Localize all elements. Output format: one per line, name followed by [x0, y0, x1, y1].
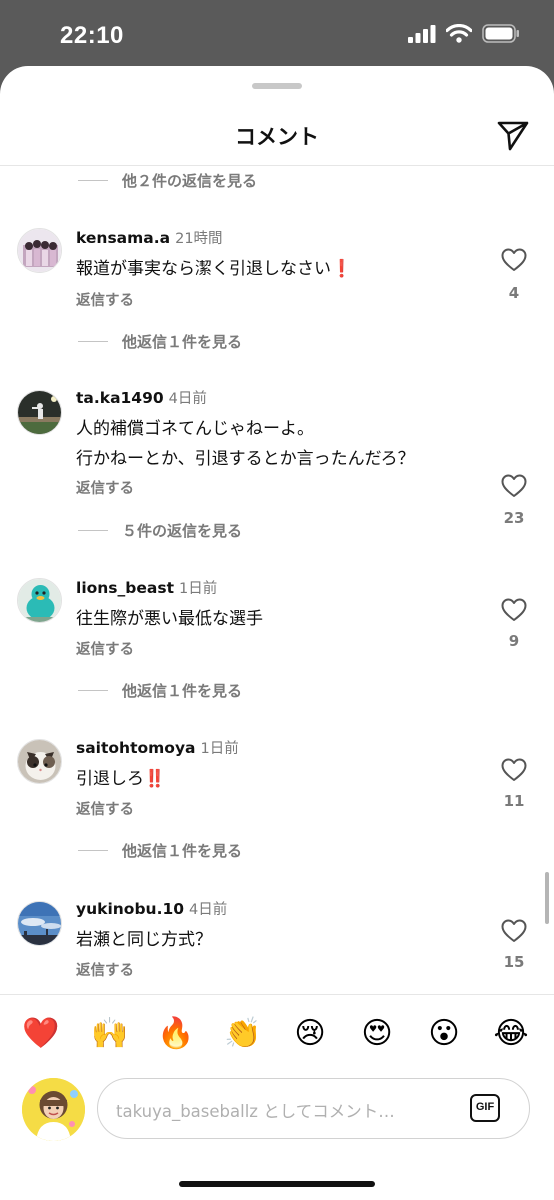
- reply-button[interactable]: 返信する: [76, 959, 134, 980]
- comment-header: kensama.a 21時間: [76, 227, 223, 248]
- my-avatar: [22, 1078, 85, 1141]
- comment-item: yukinobu.10 4日前 岩瀬と同じ方式？ 返信する 15: [0, 898, 554, 998]
- view-replies-label: 他返信１件を見る: [122, 681, 243, 700]
- comment-line: 岩瀬と同じ方式？: [76, 930, 212, 950]
- reply-button[interactable]: 返信する: [76, 638, 134, 659]
- comment-header: lions_beast 1日前: [76, 577, 217, 598]
- status-icons: [408, 24, 520, 43]
- like-count: 23: [503, 509, 525, 527]
- comment-time: 1日前: [200, 741, 239, 757]
- avatar-image: [18, 391, 61, 434]
- view-replies-button[interactable]: 他返信１件を見る: [78, 331, 242, 351]
- avatar-image: [18, 902, 61, 945]
- reaction-heart-eyes[interactable]: 😍: [357, 1014, 397, 1054]
- comment-text: 人的補償ゴネてんじゃねーよ。 行かねーとか、引退するとか言ったんだろ？: [76, 414, 415, 474]
- battery-icon: [482, 24, 519, 43]
- username[interactable]: yukinobu.10: [76, 900, 184, 918]
- scrollbar[interactable]: [545, 872, 549, 924]
- reaction-crying[interactable]: 😢: [290, 1014, 330, 1054]
- avatar[interactable]: [17, 901, 62, 946]
- avatar[interactable]: [17, 390, 62, 435]
- view-replies-button[interactable]: 他２件の返信を見る: [78, 170, 257, 190]
- comment-header: ta.ka1490 4日前: [76, 387, 207, 408]
- comment-line: 引退しろ‼️: [76, 769, 166, 789]
- comment-header: saitohtomoya 1日前: [76, 737, 239, 758]
- reaction-clap[interactable]: 👏: [223, 1014, 263, 1054]
- reaction-fire[interactable]: 🔥: [156, 1014, 196, 1054]
- username[interactable]: lions_beast: [76, 579, 174, 597]
- comment-item: saitohtomoya 1日前 引退しろ‼️ 返信する 11 他返信１件を見る: [0, 737, 554, 897]
- sheet-grabber[interactable]: [252, 83, 302, 89]
- heart-icon[interactable]: [501, 758, 527, 782]
- view-replies-button[interactable]: 他返信１件を見る: [78, 840, 242, 860]
- reply-button[interactable]: 返信する: [76, 477, 134, 498]
- page-title: コメント: [235, 125, 319, 149]
- view-replies-button[interactable]: 他返信１件を見る: [78, 680, 242, 700]
- username[interactable]: kensama.a: [76, 229, 170, 247]
- replies-divider: [78, 529, 108, 531]
- header-divider: [0, 165, 554, 166]
- heart-icon[interactable]: [501, 248, 527, 272]
- avatar[interactable]: [17, 228, 62, 273]
- status-bar: 22:10: [0, 0, 554, 70]
- comment-line: 行かねーとか、引退するとか言ったんだろ？: [76, 449, 415, 469]
- comment-text: 往生際が悪い最低な選手: [76, 604, 263, 634]
- avatar[interactable]: [17, 739, 62, 784]
- view-replies-label: ５件の返信を見る: [122, 521, 243, 540]
- comment-line: 往生際が悪い最低な選手: [76, 609, 263, 629]
- reply-button[interactable]: 返信する: [76, 798, 134, 819]
- avatar[interactable]: [17, 578, 62, 623]
- view-replies-label: 他２件の返信を見る: [122, 171, 258, 190]
- reaction-heart[interactable]: ❤️: [21, 1014, 61, 1054]
- replies-divider: [78, 179, 108, 181]
- comment-time: 1日前: [179, 581, 218, 597]
- send-icon[interactable]: [496, 118, 530, 152]
- reactions-divider: [0, 994, 554, 995]
- home-indicator[interactable]: [179, 1181, 375, 1187]
- like-count: 11: [503, 792, 525, 810]
- comment-item: kensama.a 21時間 報道が事実なら潔く引退しなさい❗ 返信する 4 他返…: [0, 227, 554, 387]
- comment-line: 報道が事実なら潔く引退しなさい❗: [76, 259, 353, 279]
- my-avatar-image: [22, 1078, 85, 1141]
- avatar-image: [18, 229, 61, 272]
- avatar-image: [18, 579, 61, 622]
- username[interactable]: ta.ka1490: [76, 389, 164, 407]
- reaction-laughing[interactable]: 😂: [491, 1014, 531, 1054]
- comment-line: 人的補償ゴネてんじゃねーよ。: [76, 419, 314, 439]
- replies-divider: [78, 340, 108, 342]
- replies-divider: [78, 689, 108, 691]
- comment-text: 岩瀬と同じ方式？: [76, 925, 212, 955]
- replies-divider: [78, 849, 108, 851]
- avatar-image: [18, 740, 61, 783]
- comment-time: 4日前: [168, 391, 207, 407]
- comment-text: 報道が事実なら潔く引退しなさい❗: [76, 254, 352, 284]
- like-count: 15: [503, 953, 525, 971]
- comment-input[interactable]: takuya_baseballz としてコメント… GIF: [97, 1078, 530, 1139]
- quick-reactions-bar: ❤️ 🙌 🔥 👏 😢 😍 😮 😂: [0, 1014, 554, 1054]
- reply-button[interactable]: 返信する: [76, 289, 134, 310]
- heart-icon[interactable]: [501, 598, 527, 622]
- reaction-raised-hands[interactable]: 🙌: [90, 1014, 130, 1054]
- gif-button[interactable]: GIF: [470, 1094, 500, 1122]
- comment-header: yukinobu.10 4日前: [76, 898, 227, 919]
- cellular-signal-icon: [408, 24, 436, 43]
- view-replies-label: 他返信１件を見る: [122, 841, 243, 860]
- wifi-icon: [446, 24, 472, 43]
- status-time: 22:10: [60, 22, 124, 49]
- comment-input-placeholder: takuya_baseballz としてコメント…: [116, 1102, 395, 1121]
- heart-icon[interactable]: [501, 474, 527, 498]
- username[interactable]: saitohtomoya: [76, 739, 196, 757]
- reaction-surprised[interactable]: 😮: [424, 1014, 464, 1054]
- comment-text: 引退しろ‼️: [76, 764, 165, 794]
- comment-time: 21時間: [175, 231, 223, 247]
- view-replies-label: 他返信１件を見る: [122, 332, 243, 351]
- comment-time: 4日前: [189, 902, 228, 918]
- comment-item: lions_beast 1日前 往生際が悪い最低な選手 返信する 9 他返信１件を…: [0, 577, 554, 737]
- like-count: 4: [508, 284, 520, 302]
- heart-icon[interactable]: [501, 919, 527, 943]
- view-replies-button[interactable]: ５件の返信を見る: [78, 520, 242, 540]
- like-count: 9: [508, 632, 520, 650]
- comment-item: ta.ka1490 4日前 人的補償ゴネてんじゃねーよ。 行かねーとか、引退すると…: [0, 387, 554, 577]
- comments-sheet: コメント 他２件の返信を見る kensama.a 21時間 報道が事実なら潔く引退…: [0, 66, 554, 1200]
